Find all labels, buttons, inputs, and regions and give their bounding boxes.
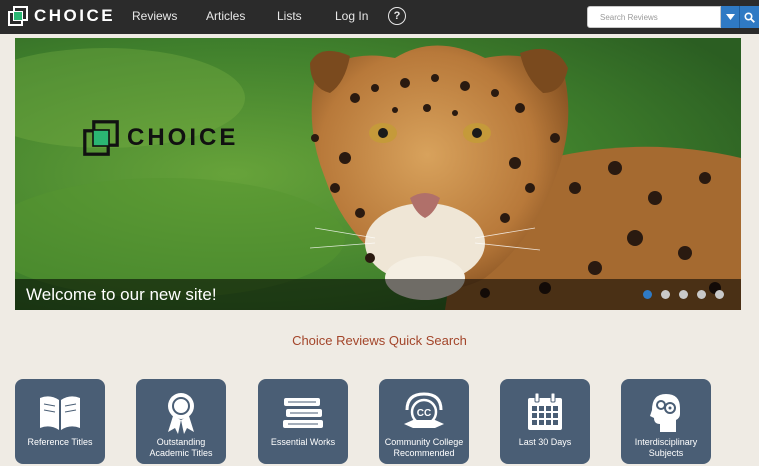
tile-interdisciplinary-subjects[interactable]: Interdisciplinary Subjects [621, 379, 711, 464]
caret-down-icon [725, 14, 735, 20]
search-icon [744, 11, 755, 23]
nav-lists-link[interactable]: Lists [277, 9, 302, 23]
choice-logo-mark-icon [83, 120, 119, 156]
carousel-dot-4[interactable] [697, 290, 706, 299]
tile-last-30-days[interactable]: Last 30 Days [500, 379, 590, 464]
hero-caption: Welcome to our new site! [26, 285, 217, 304]
tile-reference-titles[interactable]: Reference Titles [15, 379, 105, 464]
nav-reviews-link[interactable]: Reviews [132, 9, 177, 23]
award-ribbon-icon [168, 393, 194, 434]
tile-label: Last 30 Days [518, 437, 572, 447]
open-book-icon [40, 396, 80, 430]
stacked-books-icon [283, 398, 323, 428]
tile-essential-works[interactable]: Essential Works [258, 379, 348, 464]
svg-text:CC: CC [417, 408, 431, 419]
hero-choice-logo: CHOICE [83, 120, 238, 156]
tile-label: Outstanding Academic Titles [149, 437, 213, 458]
calendar-icon [528, 392, 562, 430]
carousel-dot-2[interactable] [661, 290, 670, 299]
search-reviews-input[interactable] [587, 6, 721, 28]
carousel-dot-5[interactable] [715, 290, 724, 299]
search-button[interactable] [739, 6, 759, 28]
choice-logo-text: CHOICE [34, 6, 116, 25]
help-icon[interactable]: ? [388, 7, 406, 25]
nav-articles-link[interactable]: Articles [206, 9, 245, 23]
tile-outstanding-academic-titles[interactable]: Outstanding Academic Titles [136, 379, 226, 464]
carousel-dots [643, 290, 724, 299]
head-gears-icon [650, 394, 680, 432]
search-scope-dropdown[interactable] [721, 6, 739, 28]
cc-badge-icon: CC [404, 392, 444, 428]
tile-label: Essential Works [270, 437, 336, 447]
hero-caption-bar: Welcome to our new site! [15, 279, 741, 310]
tile-community-college-recommended[interactable]: CC Community College Recommended [379, 379, 469, 464]
tile-label: Community College Recommended [384, 437, 464, 458]
tile-label: Interdisciplinary Subjects [634, 437, 698, 458]
tile-label: Reference Titles [27, 437, 93, 447]
quick-search-title: Choice Reviews Quick Search [292, 333, 467, 348]
carousel-dot-1[interactable] [643, 290, 652, 299]
top-navbar: CHOICE Reviews Articles Lists Log In ? [0, 0, 759, 34]
carousel-dot-3[interactable] [679, 290, 688, 299]
hero-carousel[interactable]: CHOICE Welcome to our new site! [15, 38, 741, 310]
jaguar-photo [15, 38, 741, 310]
hero-logo-text: CHOICE [127, 124, 239, 151]
choice-logo-mark-icon [8, 6, 28, 26]
choice-logo[interactable]: CHOICE [8, 5, 115, 27]
nav-login-link[interactable]: Log In [335, 9, 368, 23]
